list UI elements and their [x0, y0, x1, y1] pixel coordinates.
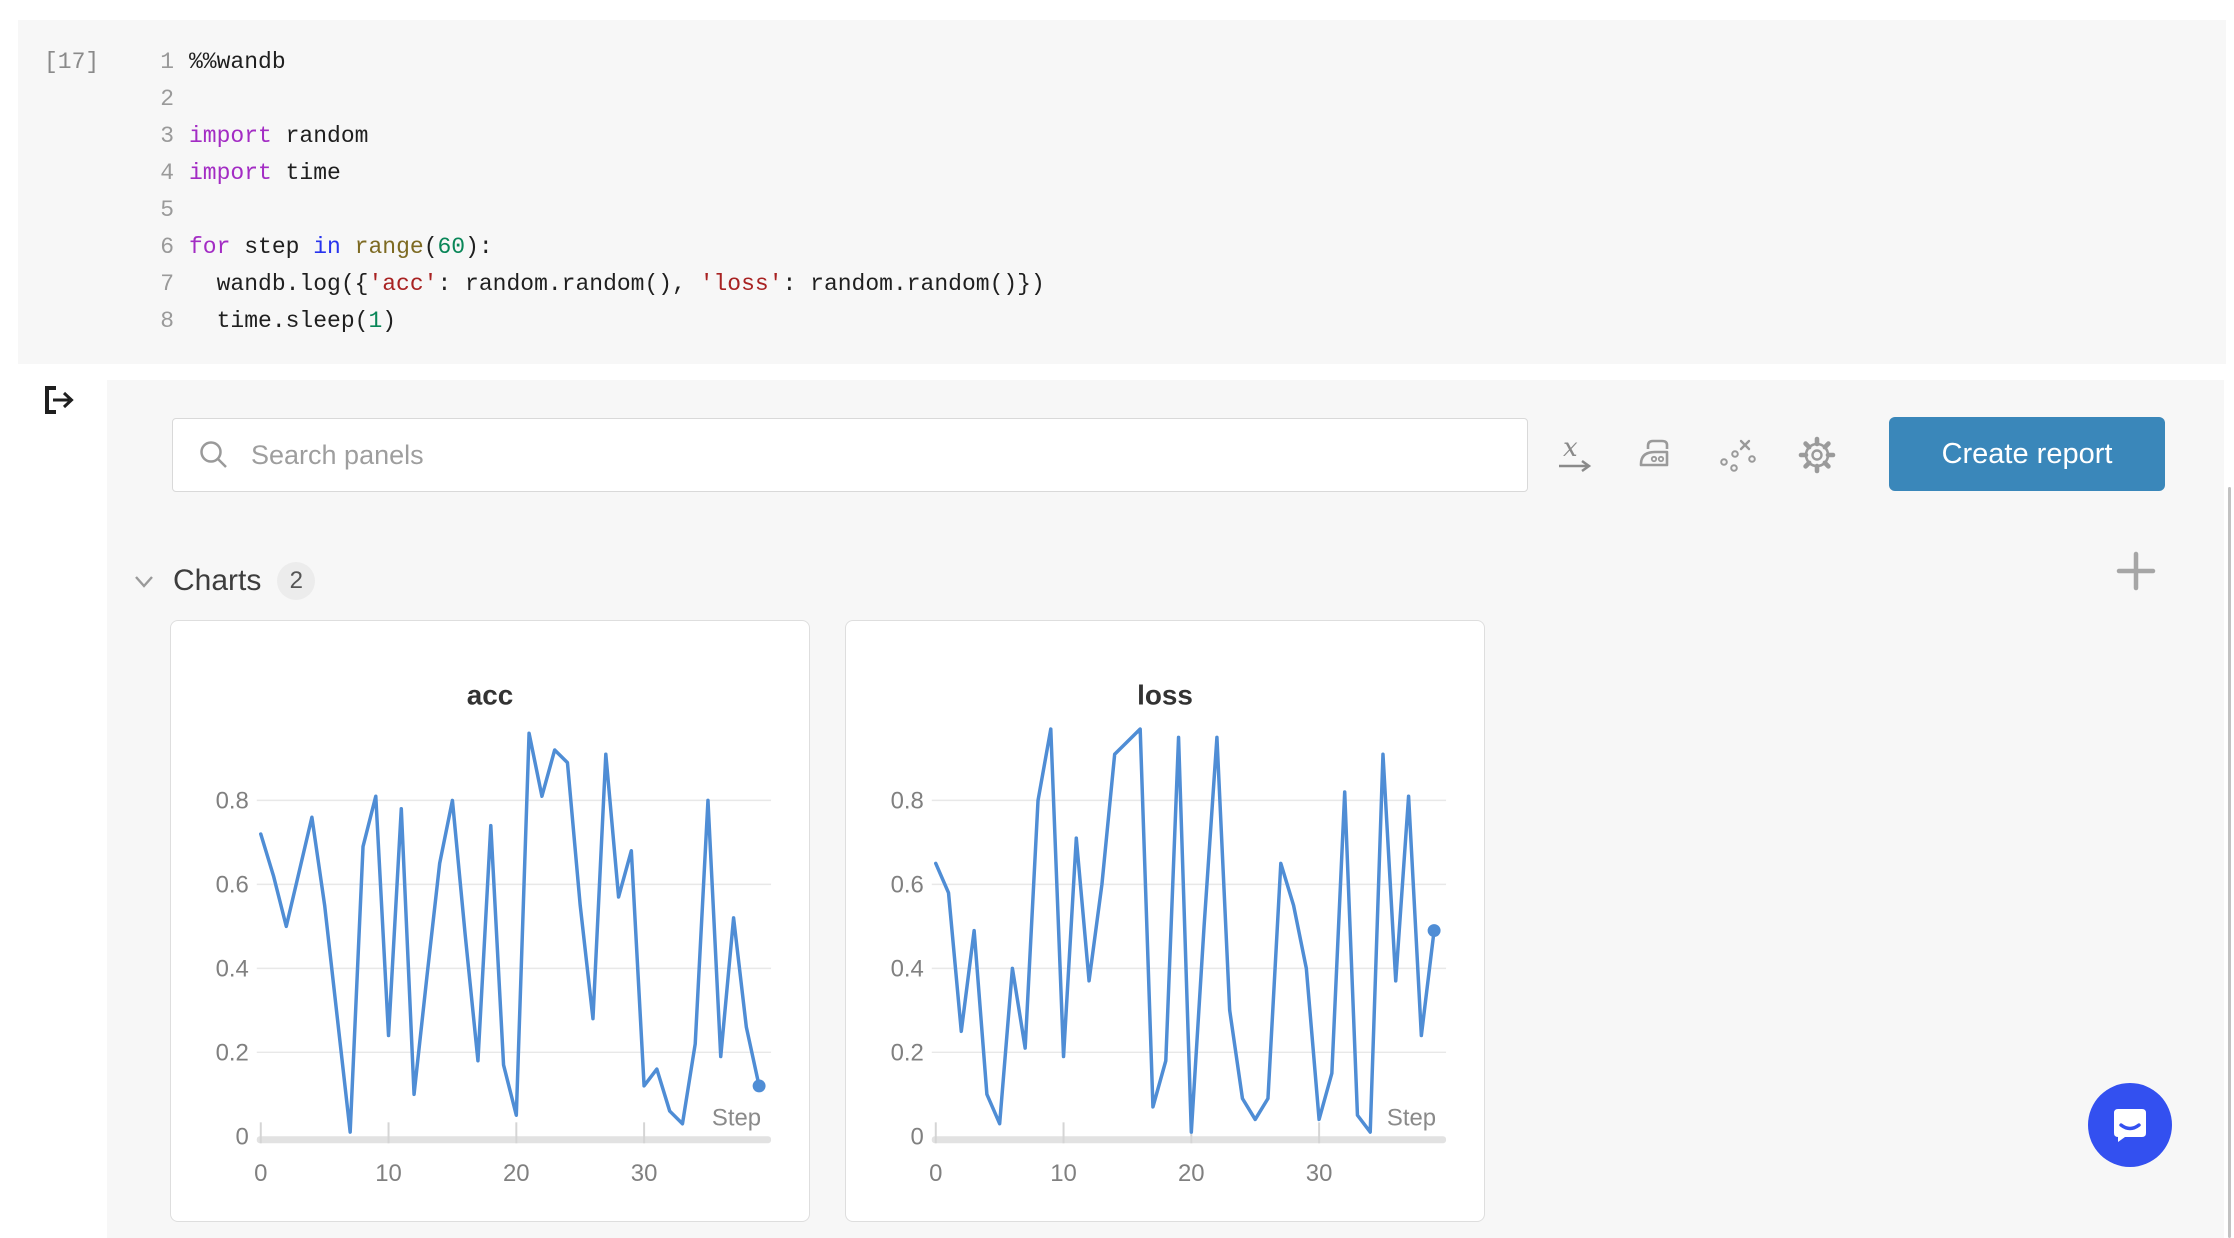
- code-token: for: [189, 234, 230, 260]
- y-tick-label: 0.2: [216, 1039, 249, 1066]
- code-line[interactable]: 3 import random: [144, 118, 2226, 155]
- code-token: ): [382, 308, 396, 334]
- create-report-button[interactable]: Create report: [1889, 417, 2165, 491]
- code-line[interactable]: 6 for step in range(60):: [144, 229, 2226, 266]
- x-tick-label: 30: [631, 1160, 658, 1187]
- notebook-code-cell[interactable]: [17] 1 %%wandb 23 import random 4 import time…: [18, 20, 2226, 364]
- code-token: in: [313, 234, 341, 260]
- y-tick-label: 0.2: [891, 1039, 924, 1066]
- code-line[interactable]: 8 time.sleep(1): [144, 303, 2226, 340]
- line-number: 3: [144, 118, 174, 155]
- search-panels-box[interactable]: [172, 418, 1528, 492]
- settings-gear-icon[interactable]: [1795, 433, 1839, 477]
- y-tick-label: 0.4: [216, 955, 249, 982]
- svg-text:x: x: [1563, 433, 1578, 463]
- code-token: step: [230, 234, 313, 260]
- intercom-chat-button[interactable]: [2088, 1083, 2172, 1167]
- code-token: [341, 234, 355, 260]
- x-axis-baseline: [257, 1136, 771, 1143]
- panel-card-loss[interactable]: loss 0 0.2 0.4 0.6 0.8 0 10 20 30 Step: [845, 620, 1485, 1222]
- code-line[interactable]: 7 wandb.log({'acc': random.random(), 'lo…: [144, 266, 2226, 303]
- code-editor[interactable]: 1 %%wandb 23 import random 4 import time 56 for…: [144, 44, 2226, 340]
- chart-title: loss: [1137, 680, 1193, 711]
- chart-svg: acc 0 0.2 0.4 0.6 0.8 0 10 20 30 Step: [171, 621, 809, 1221]
- code-token: ):: [465, 234, 493, 260]
- y-tick-label: 0: [236, 1123, 249, 1150]
- chart-line: [261, 733, 759, 1132]
- x-tick-label: 0: [929, 1160, 942, 1187]
- chat-bubble-icon: [2107, 1102, 2153, 1148]
- code-token: 1: [368, 308, 382, 334]
- x-tick-label: 20: [1178, 1160, 1205, 1187]
- open-in-new-window-icon[interactable]: [42, 384, 78, 416]
- x-axis-baseline: [932, 1136, 1446, 1143]
- charts-section-header: Charts 2: [131, 562, 315, 600]
- code-line[interactable]: 2: [144, 81, 2226, 118]
- code-token: %%wandb: [189, 49, 286, 75]
- x-axis-icon[interactable]: x: [1555, 433, 1599, 477]
- search-icon: [197, 438, 231, 472]
- y-tick-label: 0.8: [891, 787, 924, 814]
- y-tick-label: 0.6: [891, 871, 924, 898]
- chart-svg: loss 0 0.2 0.4 0.6 0.8 0 10 20 30 Step: [846, 621, 1484, 1221]
- line-number: 4: [144, 155, 174, 192]
- code-line[interactable]: 1 %%wandb: [144, 44, 2226, 81]
- code-token: random: [272, 123, 369, 149]
- code-token: import: [189, 123, 272, 149]
- line-number: 2: [144, 81, 174, 118]
- chart-end-dot: [1428, 924, 1441, 937]
- panel-card-acc[interactable]: acc 0 0.2 0.4 0.6 0.8 0 10 20 30 Step: [170, 620, 810, 1222]
- line-number: 5: [144, 192, 174, 229]
- wandb-panel: x: [107, 380, 2224, 1238]
- charts-count-badge: 2: [277, 562, 315, 600]
- code-token: time: [272, 160, 341, 186]
- x-tick-label: 0: [254, 1160, 267, 1187]
- line-number: 1: [144, 44, 174, 81]
- x-tick-label: 30: [1306, 1160, 1333, 1187]
- code-token: wandb.log({: [189, 271, 368, 297]
- chart-line: [936, 729, 1434, 1132]
- line-number: 8: [144, 303, 174, 340]
- code-token: time.sleep(: [189, 308, 368, 334]
- code-token: 'acc': [368, 271, 437, 297]
- y-tick-label: 0.8: [216, 787, 249, 814]
- smoothing-iron-icon[interactable]: [1635, 433, 1679, 477]
- line-number: 6: [144, 229, 174, 266]
- outliers-icon[interactable]: [1715, 433, 1759, 477]
- code-token: : random.random()}): [783, 271, 1045, 297]
- x-tick-label: 10: [375, 1160, 402, 1187]
- search-panels-input[interactable]: [249, 439, 1503, 472]
- code-token: (: [424, 234, 438, 260]
- x-axis-label: Step: [712, 1104, 761, 1131]
- y-tick-label: 0.6: [216, 871, 249, 898]
- add-panel-plus-icon[interactable]: [2113, 548, 2159, 594]
- vertical-scrollbar[interactable]: [2228, 487, 2231, 1238]
- code-token: 'loss': [700, 271, 783, 297]
- x-tick-label: 20: [503, 1160, 530, 1187]
- code-line[interactable]: 4 import time: [144, 155, 2226, 192]
- chart-title: acc: [467, 680, 514, 711]
- charts-section-label: Charts: [173, 564, 261, 598]
- line-number: 7: [144, 266, 174, 303]
- chart-end-dot: [753, 1079, 766, 1092]
- panel-toolbar: x: [1555, 426, 1839, 484]
- code-token: 60: [438, 234, 466, 260]
- code-token: : random.random(),: [437, 271, 699, 297]
- code-token: range: [355, 234, 424, 260]
- x-axis-label: Step: [1387, 1104, 1436, 1131]
- y-tick-label: 0: [911, 1123, 924, 1150]
- code-token: import: [189, 160, 272, 186]
- y-tick-label: 0.4: [891, 955, 924, 982]
- execution-count: [17]: [18, 44, 144, 81]
- x-tick-label: 10: [1050, 1160, 1077, 1187]
- chevron-down-icon[interactable]: [131, 568, 157, 594]
- code-line[interactable]: 5: [144, 192, 2226, 229]
